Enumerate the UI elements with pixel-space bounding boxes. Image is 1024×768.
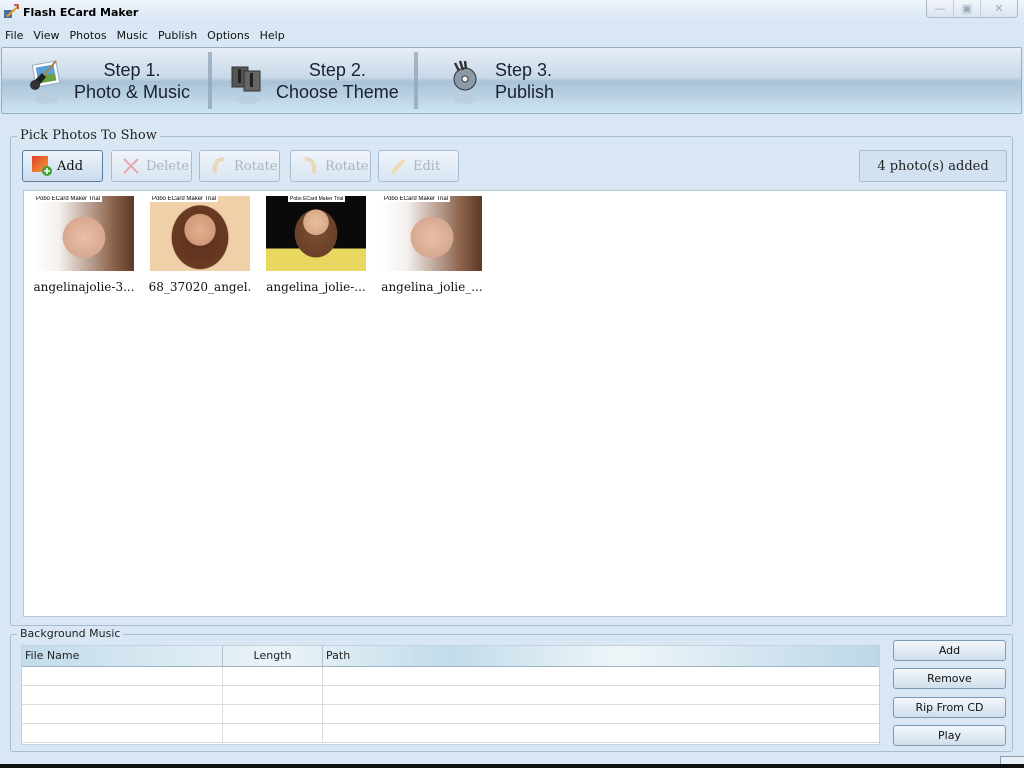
restore-icon: ▣ [961,2,973,15]
photo-thumbnail[interactable]: Pobo ECard Maker Trial 68_37020_angel. [142,196,258,294]
table-row [22,724,879,743]
title-bar: Flash ECard Maker — ▣ ✕ [0,0,1024,24]
table-row [22,667,879,686]
window-controls: — ▣ ✕ [926,0,1018,18]
delete-icon [120,155,142,177]
theme-icon [228,55,268,107]
close-button[interactable]: ✕ [981,0,1017,17]
column-file-name[interactable]: File Name [22,646,223,666]
remove-music-button[interactable]: Remove [893,668,1006,689]
column-path[interactable]: Path [323,646,879,666]
photo-list[interactable]: Pobo ECard Maker Trial angelinajolie-3..… [23,190,1007,617]
menu-file[interactable]: File [0,29,28,42]
music-table[interactable]: File Name Length Path [21,645,880,745]
guitar-photo-icon [26,55,66,107]
play-music-button[interactable]: Play [893,725,1006,746]
step-1-photo-music[interactable]: Step 1. Photo & Music [26,48,190,113]
edit-photo-label: Edit [413,158,441,174]
column-length[interactable]: Length [223,646,323,666]
add-photo-label: Add [57,158,84,174]
window-bottom-edge [0,764,1024,768]
pencil-icon [387,155,409,177]
step-3-label: Step 3. Publish [495,59,555,102]
step-bar: Step 1. Photo & Music Step 2. Choose The… [1,47,1022,114]
step-3-publish[interactable]: Step 3. Publish [447,48,554,113]
step-2-choose-theme[interactable]: Step 2. Choose Theme [228,48,399,113]
rip-from-cd-button[interactable]: Rip From CD [893,697,1006,718]
app-logo-icon [3,4,19,20]
menu-bar: File View Photos Music Publish Options H… [0,26,290,45]
photo-filename: angelinajolie-3... [33,280,135,294]
photo-thumbnail[interactable]: Pobo ECard Maker Trial angelina_jolie_..… [374,196,490,294]
rotate-left-icon [208,155,230,177]
step-1-label: Step 1. Photo & Music [74,59,191,102]
step-2-label: Step 2. Choose Theme [276,59,399,102]
photo-image: Pobo ECard Maker Trial [266,196,366,271]
photo-filename: angelina_jolie-... [266,280,366,294]
music-table-header: File Name Length Path [22,646,879,667]
menu-photos[interactable]: Photos [65,29,112,42]
step-separator [414,52,418,109]
photo-count-status: 4 photo(s) added [859,150,1007,182]
edit-photo-button[interactable]: Edit [378,150,459,182]
menu-music[interactable]: Music [112,29,153,42]
table-row [22,686,879,705]
window-title: Flash ECard Maker [23,5,139,19]
rotate-right-button[interactable]: Rotate [290,150,371,182]
rotate-left-label: Rotate [234,158,278,174]
add-music-button[interactable]: Add [893,640,1006,661]
minimize-icon: — [934,2,946,15]
photo-image: Pobo ECard Maker Trial [150,196,250,271]
resize-grip[interactable] [1000,756,1024,764]
menu-publish[interactable]: Publish [153,29,202,42]
pick-photos-title: Pick Photos To Show [17,128,160,143]
step-separator [208,52,212,109]
photo-image: Pobo ECard Maker Trial [382,196,482,271]
table-row [22,705,879,724]
rotate-right-label: Rotate [325,158,369,174]
photo-filename: angelina_jolie_... [381,280,483,294]
delete-photo-label: Delete [146,158,189,174]
menu-options[interactable]: Options [202,29,254,42]
close-icon: ✕ [994,2,1004,15]
rotate-right-icon [299,155,321,177]
photo-filename: 68_37020_angel. [148,280,252,294]
menu-view[interactable]: View [28,29,64,42]
restore-button[interactable]: ▣ [954,0,981,17]
disc-publish-icon [447,55,487,107]
photo-image: Pobo ECard Maker Trial [34,196,134,271]
delete-photo-button[interactable]: Delete [111,150,192,182]
add-image-icon [31,155,53,177]
background-music-title: Background Music [17,627,124,640]
add-photo-button[interactable]: Add [22,150,103,182]
rotate-left-button[interactable]: Rotate [199,150,280,182]
photo-thumbnail[interactable]: Pobo ECard Maker Trial angelina_jolie-..… [258,196,374,294]
menu-help[interactable]: Help [255,29,290,42]
minimize-button[interactable]: — [927,0,954,17]
photo-thumbnail[interactable]: Pobo ECard Maker Trial angelinajolie-3..… [26,196,142,294]
